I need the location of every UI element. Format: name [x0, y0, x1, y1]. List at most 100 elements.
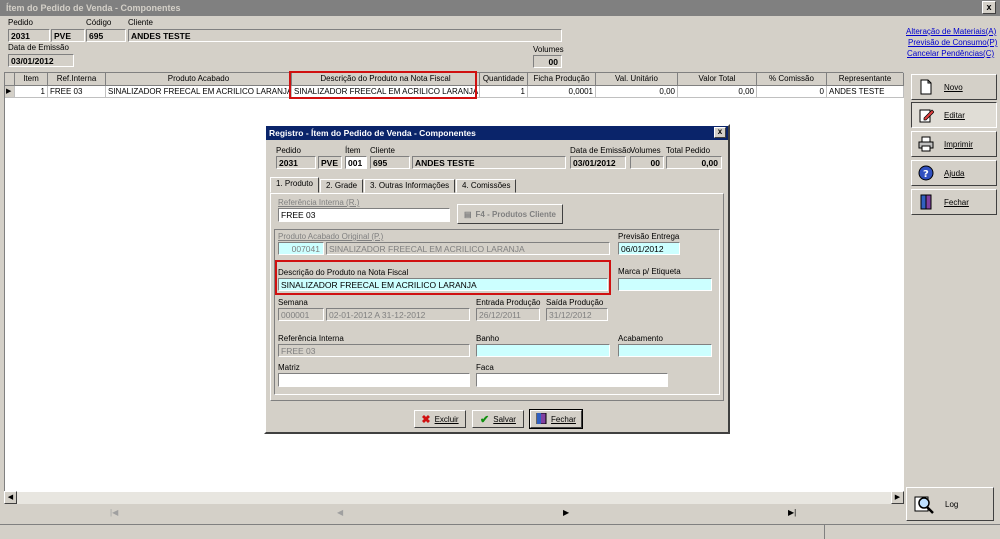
- grid-header-comissao[interactable]: % Comissão: [757, 73, 827, 86]
- grid-cell-representante[interactable]: ANDES TESTE: [827, 86, 904, 98]
- link-previsao-consumo[interactable]: Previsão de Consumo(P): [908, 38, 997, 47]
- tipo-field: PVE: [51, 29, 85, 42]
- link-alteracao-materiais[interactable]: Alteração de Materiais(A): [906, 27, 996, 36]
- status-divider: [824, 525, 825, 539]
- codigo-label: Código: [86, 18, 112, 27]
- saida-label: Saída Produção: [546, 298, 604, 307]
- entrada-field: 26/12/2011: [476, 308, 540, 321]
- dialog-close-button[interactable]: x: [714, 127, 726, 138]
- volumes-field: 00: [533, 55, 562, 68]
- marca-input[interactable]: [618, 278, 712, 291]
- grid-cell-total[interactable]: 0,00: [678, 86, 757, 98]
- salvar-label: Salvar: [493, 414, 516, 424]
- log-button[interactable]: Log: [906, 487, 994, 521]
- ajuda-button[interactable]: ? Ajuda: [911, 160, 997, 186]
- help-icon: ?: [918, 165, 934, 181]
- printer-icon: [918, 136, 934, 152]
- tab-comissoes[interactable]: 4. Comissões: [456, 179, 517, 193]
- faca-input[interactable]: [476, 373, 668, 387]
- status-bar: [0, 524, 1000, 539]
- grid-cell-item[interactable]: 1: [15, 86, 48, 98]
- imprimir-button[interactable]: Imprimir: [911, 131, 997, 157]
- highlight-dlg-descricao: [275, 260, 611, 295]
- dlg-fechar-button[interactable]: Fechar: [529, 409, 583, 429]
- codigo-field: 695: [86, 29, 126, 42]
- emissao-field: 03/01/2012: [8, 54, 74, 67]
- nav-last-button[interactable]: ▶|: [788, 508, 796, 517]
- dlg-emissao-field: 03/01/2012: [570, 156, 626, 169]
- grid-header-quantidade[interactable]: Quantidade: [480, 73, 528, 86]
- log-label: Log: [945, 499, 959, 509]
- nav-prev-button[interactable]: ◀: [337, 508, 343, 517]
- imprimir-label: Imprimir: [944, 139, 973, 149]
- grid-cell-quantidade[interactable]: 1: [480, 86, 528, 98]
- grid-cell-ref[interactable]: FREE 03: [48, 86, 106, 98]
- dlg-item-label: Ítem: [345, 146, 361, 155]
- ajuda-label: Ajuda: [944, 168, 965, 178]
- novo-label: Novo: [944, 82, 963, 92]
- ref-label: Referência Interna (R.): [278, 198, 360, 207]
- dlg-item-field[interactable]: 001: [345, 156, 367, 169]
- previsao-input[interactable]: 06/01/2012: [618, 242, 680, 255]
- window-close-button[interactable]: x: [982, 1, 996, 14]
- dlg-fechar-label: Fechar: [551, 414, 576, 424]
- link-cancelar-pendencias[interactable]: Cancelar Pendências(C): [907, 49, 994, 58]
- banho-label: Banho: [476, 334, 500, 343]
- dlg-pedido-field: 2031: [276, 156, 316, 169]
- novo-button[interactable]: Novo: [911, 74, 997, 100]
- matriz-label: Matriz: [278, 363, 300, 372]
- grid-header-unitario[interactable]: Val. Unitário: [596, 73, 678, 86]
- exit-door-icon: [918, 194, 934, 210]
- salvar-button[interactable]: ✔ Salvar: [472, 410, 524, 428]
- grid-header-item[interactable]: Item: [15, 73, 48, 86]
- nav-next-button[interactable]: ▶: [563, 508, 569, 517]
- dlg-pedido-label: Pedido: [276, 146, 301, 155]
- semana-periodo-field: 02-01-2012 A 31-12-2012: [326, 308, 470, 321]
- list-icon: ▤: [463, 209, 472, 219]
- grid-header-representante[interactable]: Representante: [827, 73, 904, 86]
- dlg-total-field: 0,00: [666, 156, 722, 169]
- tab-produto[interactable]: 1. Produto: [270, 177, 319, 193]
- dlg-volumes-label: Volumes: [630, 146, 661, 155]
- editar-button[interactable]: Editar: [911, 102, 997, 128]
- f4-produtos-cliente-button[interactable]: ▤ F4 - Produtos Cliente: [457, 204, 563, 224]
- grid-cell-produto[interactable]: SINALIZADOR FREECAL EM ACRILICO LARANJA: [106, 86, 292, 98]
- acabamento-input[interactable]: [618, 344, 712, 357]
- matriz-input[interactable]: [278, 373, 470, 387]
- ref-input[interactable]: FREE 03: [278, 208, 450, 222]
- tab-outras[interactable]: 3. Outras Informações: [364, 179, 456, 193]
- grid-header-produto[interactable]: Produto Acabado: [106, 73, 292, 86]
- grid-cell-comissao[interactable]: 0: [757, 86, 827, 98]
- previsao-label: Previsão Entrega: [618, 232, 680, 241]
- pedido-label: Pedido: [8, 18, 33, 27]
- banho-input[interactable]: [476, 344, 610, 357]
- marca-label: Marca p/ Etiqueta: [618, 267, 681, 276]
- semana-label: Semana: [278, 298, 308, 307]
- nav-first-button[interactable]: |◀: [110, 508, 118, 517]
- scroll-left-button[interactable]: ◀: [4, 491, 17, 504]
- excluir-button[interactable]: ✖ Excluir: [414, 410, 466, 428]
- grid-cell-unitario[interactable]: 0,00: [596, 86, 678, 98]
- volumes-label: Volumes: [533, 45, 564, 54]
- fechar-label: Fechar: [944, 197, 969, 207]
- scroll-right-button[interactable]: ▶: [891, 491, 904, 504]
- acabado-cod-field[interactable]: 007041: [278, 242, 324, 255]
- pedido-field: 2031: [8, 29, 50, 42]
- emissao-label: Data de Emissão: [8, 43, 69, 52]
- row-marker: ▶: [5, 86, 15, 98]
- fechar-button[interactable]: Fechar: [911, 189, 997, 215]
- entrada-label: Entrada Produção: [476, 298, 541, 307]
- tab-grade[interactable]: 2. Grade: [320, 179, 364, 193]
- excluir-label: Excluir: [434, 414, 459, 424]
- grid-hscrollbar[interactable]: [4, 491, 904, 504]
- dlg-cliente-label: Cliente: [370, 146, 395, 155]
- edit-pencil-icon: [918, 107, 935, 123]
- dlg-volumes-field: 00: [630, 156, 664, 169]
- grid-cell-ficha[interactable]: 0,0001: [528, 86, 596, 98]
- refint-field: FREE 03: [278, 344, 470, 357]
- dlg-cliente-cod-field: 695: [370, 156, 410, 169]
- dlg-total-label: Total Pedido: [666, 146, 711, 155]
- grid-header-ref[interactable]: Ref.Interna: [48, 73, 106, 86]
- grid-header-ficha[interactable]: Ficha Produção: [528, 73, 596, 86]
- grid-header-total[interactable]: Valor Total: [678, 73, 757, 86]
